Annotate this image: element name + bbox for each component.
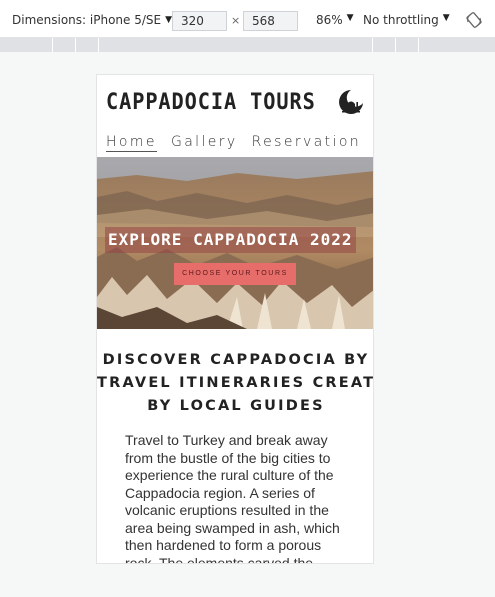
throttle-label: No throttling: [363, 13, 439, 27]
main-nav: Home Gallery Reservation: [106, 134, 361, 152]
chevron-down-icon: ▼: [442, 13, 450, 23]
chevron-down-icon: ▼: [165, 15, 173, 25]
body-line: experience the rural culture of the: [125, 467, 334, 483]
zoom-label: 86%: [316, 13, 343, 27]
heading-line: TRAVEL ITINERARIES CREATED: [97, 375, 374, 391]
heading-line: BY LOCAL GUIDES: [147, 398, 325, 414]
intro-paragraph: Travel to Turkey and break away from the…: [125, 432, 350, 564]
devtools-toolbar: Dimensions: iPhone 5/SE ▼ 320 × 568 86% …: [0, 0, 495, 38]
device-label: Dimensions: iPhone 5/SE: [12, 13, 162, 27]
choose-tours-button[interactable]: CHOOSE YOUR TOURS: [174, 263, 296, 285]
device-viewport: CAPPADOCIA TOURS Home Gallery Reservatio…: [96, 74, 374, 564]
body-line: rock. The elements carved the: [125, 554, 314, 564]
body-line: then hardened to form a porous: [125, 537, 322, 553]
throttle-select[interactable]: No throttling ▼: [363, 13, 450, 27]
height-input[interactable]: 568: [243, 11, 298, 31]
site-title: CAPPADOCIA TOURS: [106, 89, 316, 115]
body-line: volcanic eruptions resulted in the: [125, 502, 329, 518]
body-line: Cappadocia region. A series of: [125, 484, 315, 501]
hero-banner: EXPLORE CAPPADOCIA 2022 CHOOSE YOUR TOUR…: [97, 157, 373, 329]
nav-reservation[interactable]: Reservation: [252, 134, 361, 152]
body-line: area being swamped in ash, which: [125, 519, 340, 536]
body-line: Travel to Turkey and break away: [125, 432, 328, 448]
zoom-select[interactable]: 86% ▼: [316, 13, 354, 27]
hero-title: EXPLORE CAPPADOCIA 2022: [105, 227, 356, 253]
nav-gallery[interactable]: Gallery: [171, 134, 238, 152]
device-select[interactable]: Dimensions: iPhone 5/SE ▼: [12, 13, 172, 27]
heading-line: DISCOVER CAPPADOCIA BY: [102, 352, 370, 368]
chevron-down-icon: ▼: [346, 13, 354, 23]
media-query-bar[interactable]: [0, 38, 495, 52]
dimension-separator: ×: [231, 14, 241, 27]
site-brand[interactable]: CAPPADOCIA TOURS: [106, 89, 364, 115]
section-heading: DISCOVER CAPPADOCIA BY TRAVEL ITINERARIE…: [97, 349, 374, 418]
mosque-moon-icon: [338, 90, 363, 114]
nav-home[interactable]: Home: [106, 134, 157, 152]
body-line: from the bustle of the big cities to: [125, 449, 331, 466]
rotate-icon[interactable]: [466, 12, 482, 28]
width-input[interactable]: 320: [172, 11, 227, 31]
